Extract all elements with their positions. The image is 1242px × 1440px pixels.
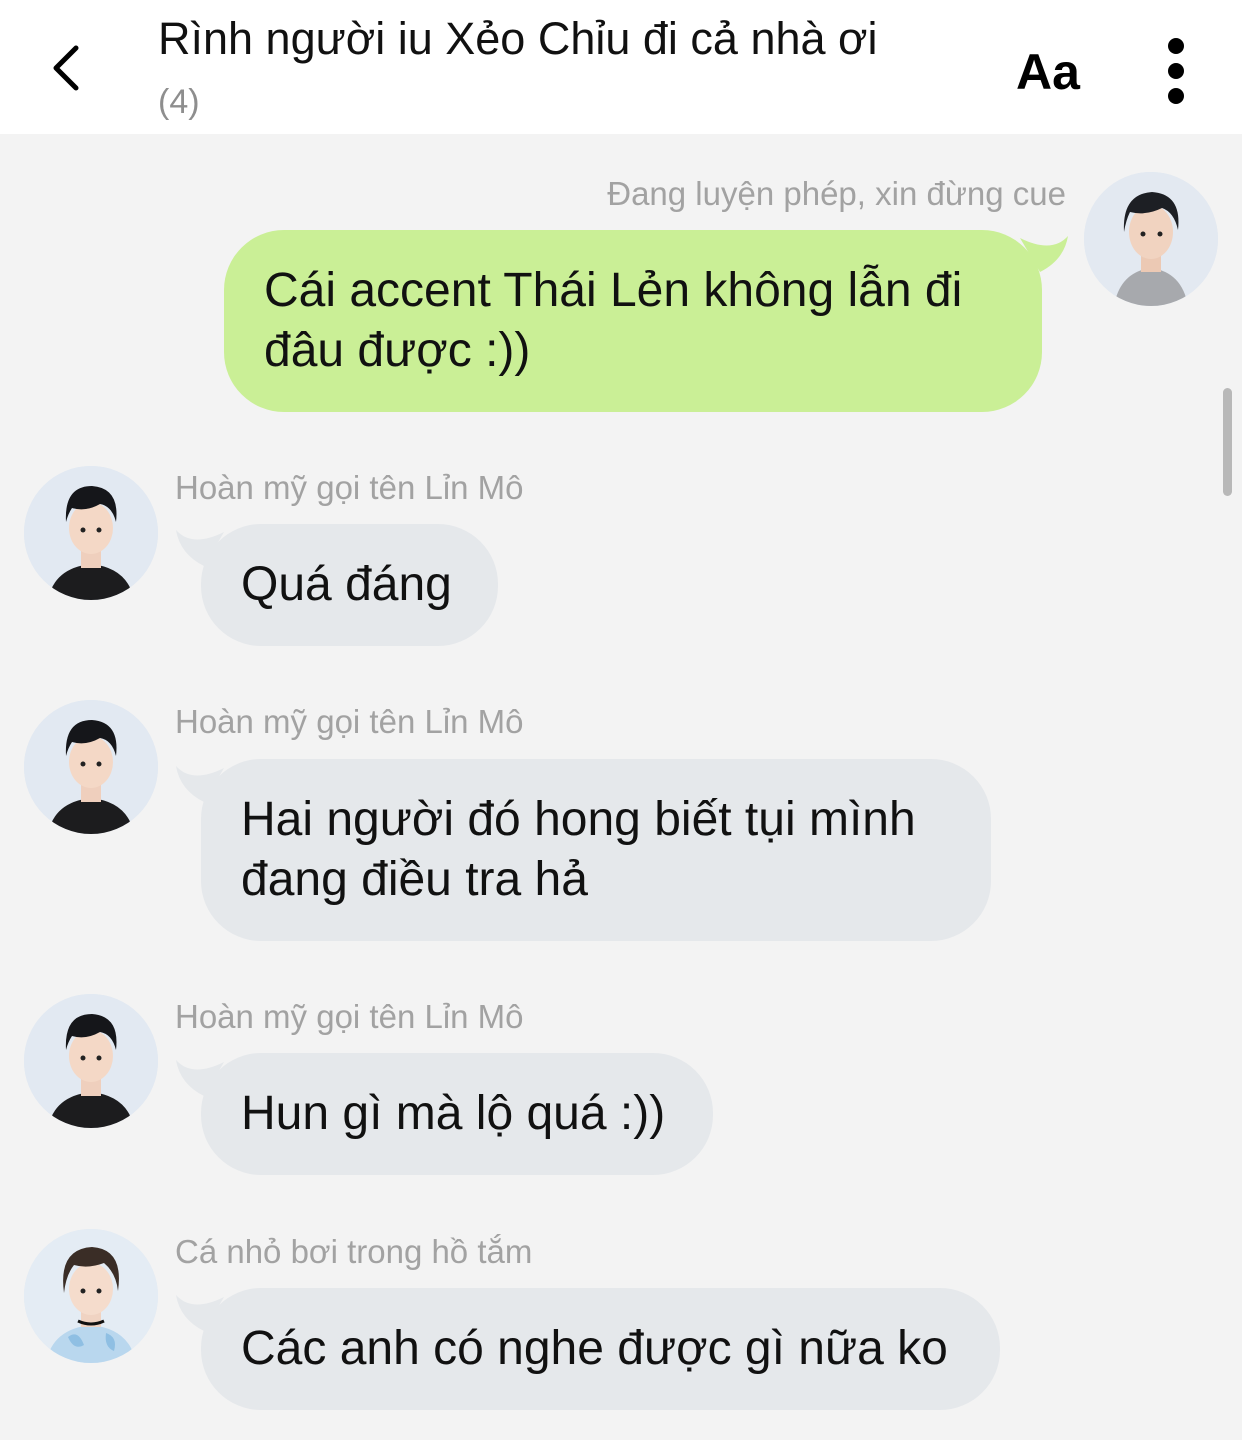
message-bubble[interactable]: Quá đáng xyxy=(201,524,498,646)
sender-name: Đang luyện phép, xin đừng cue xyxy=(607,175,1066,212)
scrollbar[interactable] xyxy=(1223,388,1232,496)
member-count: (4) xyxy=(158,83,200,121)
message-bubble[interactable]: Các anh có nghe được gì nữa ko xyxy=(201,1288,1000,1410)
message-text: Hun gì mà lộ quá :)) xyxy=(241,1087,666,1140)
chevron-left-icon xyxy=(53,45,79,91)
message-text: Quá đáng xyxy=(241,558,452,611)
avatar[interactable] xyxy=(24,466,158,600)
avatar[interactable] xyxy=(24,700,158,834)
message-bubble[interactable]: Cái accent Thái Lẻn không lẫn đi đâu đượ… xyxy=(224,230,1042,412)
chat-header: Rình người iu Xẻo Chỉu đi cả nhà ơi (4) … xyxy=(0,0,1242,134)
more-dot xyxy=(1168,63,1184,79)
message-text: Các anh có nghe được gì nữa ko xyxy=(241,1322,948,1375)
message-bubble[interactable]: Hun gì mà lộ quá :)) xyxy=(201,1053,713,1175)
sender-name: Hoàn mỹ gọi tên Lỉn Mô xyxy=(175,998,524,1035)
more-options-button[interactable] xyxy=(1160,36,1192,106)
sender-name: Hoàn mỹ gọi tên Lỉn Mô xyxy=(175,469,524,506)
back-button[interactable] xyxy=(40,38,100,98)
sender-name: Cá nhỏ bơi trong hồ tắm xyxy=(175,1233,533,1270)
avatar[interactable] xyxy=(24,1229,158,1363)
more-dot xyxy=(1168,88,1184,104)
avatar[interactable] xyxy=(1084,172,1218,306)
message-text: Hai người đó hong biết tụi mình đang điề… xyxy=(241,793,916,906)
chat-title[interactable]: Rình người iu Xẻo Chỉu đi cả nhà ơi xyxy=(158,12,978,66)
bubble-tail xyxy=(1020,236,1068,272)
avatar[interactable] xyxy=(24,994,158,1128)
message-bubble[interactable]: Hai người đó hong biết tụi mình đang điề… xyxy=(201,759,991,941)
message-text: Cái accent Thái Lẻn không lẫn đi đâu đượ… xyxy=(264,264,963,377)
sender-name: Hoàn mỹ gọi tên Lỉn Mô xyxy=(175,703,524,740)
font-size-button[interactable]: Aa xyxy=(1016,40,1088,104)
more-dot xyxy=(1168,38,1184,54)
